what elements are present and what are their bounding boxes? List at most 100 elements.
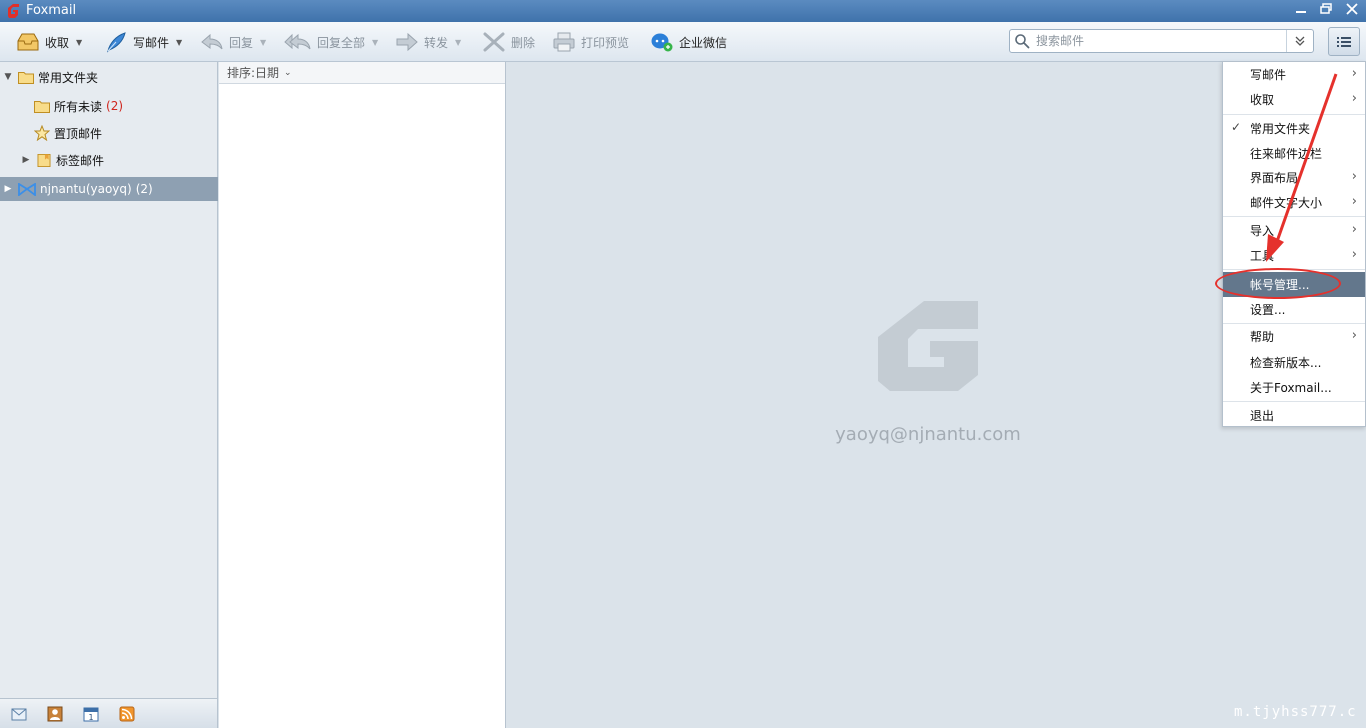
menu-item-label: 邮件文字大小 — [1250, 196, 1323, 210]
print-preview-label: 打印预览 — [581, 35, 630, 50]
account-unread-count: (2) — [135, 182, 153, 196]
menu-item-tools[interactable]: 工具 › — [1223, 243, 1365, 268]
chevron-down-icon[interactable]: ▼ — [76, 38, 82, 47]
menu-separator — [1223, 401, 1365, 402]
chevron-right-icon: › — [1351, 247, 1357, 262]
menu-item-contacts-bar[interactable]: 往来邮件边栏 — [1223, 141, 1365, 166]
unread-count: (2) — [106, 99, 124, 113]
menu-item-label: 往来邮件边栏 — [1250, 147, 1323, 161]
folder-pinned[interactable]: 置顶邮件 — [0, 121, 218, 145]
menu-item-label: 收取 — [1250, 93, 1275, 107]
menu-item-about[interactable]: 关于Foxmail... — [1223, 375, 1365, 400]
reply-icon — [201, 33, 223, 50]
search-box[interactable] — [1009, 29, 1314, 53]
close-button[interactable] — [1343, 3, 1361, 19]
menu-item-label: 帐号管理... — [1250, 278, 1310, 292]
reply-all-button[interactable]: 回复全部 ▼ — [284, 28, 378, 56]
menu-item-common-folders[interactable]: ✓ 常用文件夹 — [1223, 116, 1365, 141]
expand-triangle-icon[interactable]: ▶ — [20, 155, 32, 165]
folder-tagged-label: 标签邮件 — [56, 153, 105, 168]
menu-item-label: 关于Foxmail... — [1250, 381, 1332, 395]
forward-button[interactable]: 转发 ▼ — [395, 28, 461, 56]
restore-button[interactable] — [1317, 3, 1335, 19]
expand-triangle-icon[interactable]: ▼ — [2, 72, 14, 82]
menu-item-font-size[interactable]: 邮件文字大小 › — [1223, 190, 1365, 215]
main-menu-button[interactable] — [1328, 27, 1360, 56]
toolbar: 收取 ▼ 写邮件 ▼ 回复 ▼ 回复全部 ▼ 转发 ▼ 删除 打印预览 企业微信… — [0, 22, 1366, 62]
folder-pinned-label: 置顶邮件 — [54, 126, 103, 141]
wework-label: 企业微信 — [679, 35, 728, 50]
star-icon — [34, 125, 50, 141]
folder-common[interactable]: ▼ 常用文件夹 — [0, 65, 218, 89]
tag-folder-icon — [37, 153, 51, 167]
folder-tagged[interactable]: ▶ 标签邮件 — [0, 148, 218, 172]
menu-item-compose[interactable]: 写邮件 › — [1223, 62, 1365, 87]
receive-label: 收取 — [45, 35, 70, 50]
menu-item-layout[interactable]: 界面布局 › — [1223, 165, 1365, 190]
minimize-icon — [1296, 11, 1306, 13]
rss-module-icon[interactable] — [119, 706, 135, 722]
search-options-button[interactable] — [1286, 30, 1313, 52]
account-icon — [18, 182, 36, 196]
list-menu-icon — [1337, 36, 1351, 47]
chevron-down-icon[interactable]: ⌄ — [284, 68, 292, 78]
chevron-down-icon[interactable]: ▼ — [372, 38, 378, 47]
menu-item-exit[interactable]: 退出 — [1223, 403, 1365, 428]
chevron-down-icon[interactable]: ▼ — [176, 38, 182, 47]
chevron-down-icon[interactable]: ▼ — [260, 38, 266, 47]
print-preview-button[interactable]: 打印预览 — [552, 28, 629, 56]
search-input[interactable] — [1036, 32, 1286, 50]
chevron-down-icon[interactable]: ▼ — [455, 38, 461, 47]
reply-all-label: 回复全部 — [317, 35, 366, 50]
menu-item-label: 写邮件 — [1250, 68, 1287, 82]
check-icon: ✓ — [1231, 120, 1242, 134]
chevron-right-icon: › — [1351, 222, 1357, 237]
inbox-icon — [17, 33, 39, 51]
expand-triangle-icon[interactable]: ▶ — [2, 184, 14, 194]
compose-button[interactable]: 写邮件 ▼ — [104, 28, 182, 56]
wework-button[interactable]: 企业微信 — [650, 28, 727, 56]
compose-label: 写邮件 — [133, 35, 170, 50]
receive-button[interactable]: 收取 ▼ — [16, 28, 82, 56]
menu-item-import[interactable]: 导入 › — [1223, 218, 1365, 243]
delete-x-icon — [483, 32, 505, 52]
menu-item-label: 退出 — [1250, 409, 1275, 423]
close-icon — [1346, 3, 1358, 15]
folder-icon — [18, 71, 34, 84]
site-watermark: m.tjyhss777.c — [1234, 704, 1357, 720]
chevron-right-icon: › — [1351, 328, 1357, 343]
menu-separator — [1223, 114, 1365, 115]
minimize-button[interactable] — [1292, 3, 1310, 19]
mail-module-icon[interactable] — [11, 706, 27, 722]
sort-header[interactable]: 排序:日期 ⌄ — [219, 62, 505, 84]
delete-label: 删除 — [511, 35, 536, 50]
account-item[interactable]: ▶ njnantu(yaoyq) (2) — [0, 177, 218, 201]
menu-separator — [1223, 216, 1365, 217]
foxmail-logo-icon — [8, 4, 19, 18]
folder-panel: ▼ 常用文件夹 所有未读 (2) 置顶邮件 ▶ 标签邮件 ▶ njnantu(y… — [0, 62, 218, 698]
menu-item-label: 检查新版本... — [1250, 356, 1322, 370]
calendar-module-icon[interactable]: 1 — [83, 706, 99, 722]
main-menu-dropdown: 写邮件 › 收取 › ✓ 常用文件夹 往来邮件边栏 界面布局 › 邮件文字大小 … — [1222, 61, 1366, 427]
printer-icon — [553, 32, 575, 52]
menu-item-label: 帮助 — [1250, 330, 1275, 344]
folder-common-label: 常用文件夹 — [38, 70, 99, 85]
folder-all-unread-label: 所有未读 — [54, 99, 103, 114]
wework-icon — [651, 33, 673, 52]
restore-icon — [1320, 3, 1332, 14]
folder-icon — [34, 100, 50, 113]
folder-all-unread[interactable]: 所有未读 (2) — [0, 94, 218, 118]
menu-item-label: 常用文件夹 — [1250, 122, 1311, 136]
chevron-right-icon: › — [1351, 194, 1357, 209]
menu-item-check-update[interactable]: 检查新版本... — [1223, 350, 1365, 375]
mail-list: 排序:日期 ⌄ — [219, 62, 506, 728]
menu-item-settings[interactable]: 设置... — [1223, 297, 1365, 322]
contacts-module-icon[interactable] — [47, 706, 63, 722]
reply-all-icon — [284, 33, 311, 50]
menu-item-help[interactable]: 帮助 › — [1223, 324, 1365, 349]
menu-item-receive[interactable]: 收取 › — [1223, 87, 1365, 112]
menu-item-account-manage[interactable]: 帐号管理... — [1223, 272, 1365, 297]
delete-button[interactable]: 删除 — [482, 28, 535, 56]
reply-button[interactable]: 回复 ▼ — [200, 28, 266, 56]
menu-item-label: 界面布局 — [1250, 171, 1299, 185]
